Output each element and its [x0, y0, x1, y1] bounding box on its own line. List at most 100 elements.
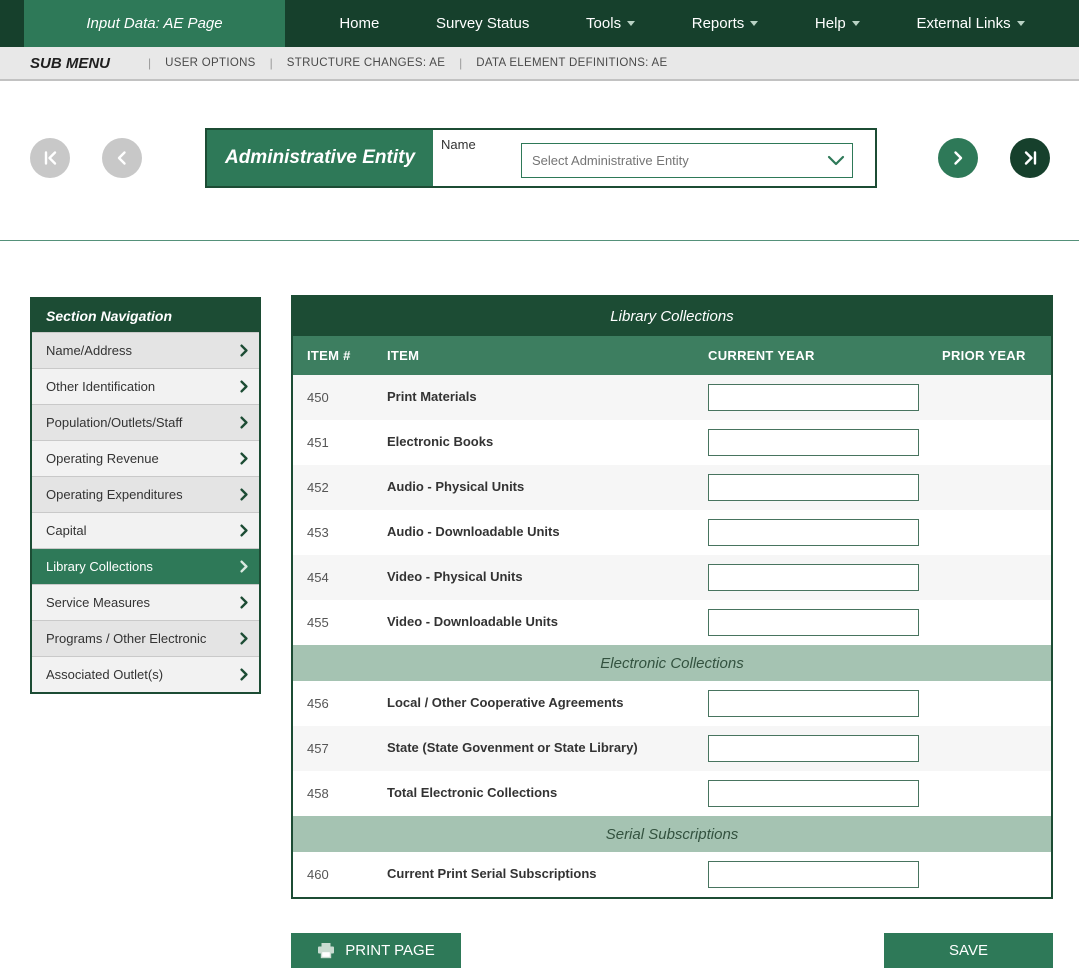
print-page-button[interactable]: PRINT PAGE — [291, 933, 461, 968]
dropdown-caret-icon — [852, 21, 860, 26]
save-button[interactable]: SAVE — [884, 933, 1053, 968]
entity-select-wrap: Select Administrative Entity — [521, 143, 853, 178]
table-row: 460 Current Print Serial Subscriptions — [293, 852, 1051, 897]
item-number: 457 — [293, 741, 373, 756]
current-year-input-458[interactable] — [708, 780, 919, 807]
item-label: Audio - Physical Units — [373, 479, 708, 495]
submenu-item-user-options[interactable]: USER OPTIONS — [165, 57, 256, 69]
sidebar-item-other-identification[interactable]: Other Identification — [32, 368, 259, 404]
previous-record-button[interactable] — [102, 138, 142, 178]
column-header-current-year: CURRENT YEAR — [708, 348, 942, 363]
table-section-header: Electronic Collections — [293, 645, 1051, 681]
sidebar-item-population-outlets-staff[interactable]: Population/Outlets/Staff — [32, 404, 259, 440]
sidebar-item-library-collections[interactable]: Library Collections — [32, 548, 259, 584]
nav-item-survey-status[interactable]: Survey Status — [436, 15, 529, 32]
item-label: Current Print Serial Subscriptions — [373, 866, 708, 882]
current-year-input-450[interactable] — [708, 384, 919, 411]
table-row: 455 Video - Downloadable Units — [293, 600, 1051, 645]
nav-item-label: Survey Status — [436, 15, 529, 32]
item-label: Video - Downloadable Units — [373, 614, 708, 630]
chevron-right-icon — [240, 560, 248, 573]
dropdown-caret-icon — [627, 21, 635, 26]
item-label: Print Materials — [373, 389, 708, 405]
current-year-input-451[interactable] — [708, 429, 919, 456]
sidebar-item-capital[interactable]: Capital — [32, 512, 259, 548]
current-year-input-453[interactable] — [708, 519, 919, 546]
chevron-right-icon — [240, 668, 248, 681]
separator: | — [148, 56, 151, 70]
item-number: 452 — [293, 480, 373, 495]
table-row: 456 Local / Other Cooperative Agreements — [293, 681, 1051, 726]
sidebar-item-operating-expenditures[interactable]: Operating Expenditures — [32, 476, 259, 512]
submenu-item-structure-changes[interactable]: STRUCTURE CHANGES: AE — [287, 57, 445, 69]
last-record-button[interactable] — [1010, 138, 1050, 178]
column-header-item: ITEM — [373, 348, 708, 363]
chevron-right-icon — [240, 452, 248, 465]
sidebar-title: Section Navigation — [32, 299, 259, 332]
chevron-right-icon — [240, 524, 248, 537]
skip-to-last-icon — [1022, 150, 1039, 166]
nav-item-label: Help — [815, 15, 846, 32]
nav-item-tools[interactable]: Tools — [586, 15, 635, 32]
item-number: 460 — [293, 867, 373, 882]
sidebar-item-label: Service Measures — [46, 595, 150, 610]
current-year-input-460[interactable] — [708, 861, 919, 888]
current-year-input-455[interactable] — [708, 609, 919, 636]
separator: | — [459, 56, 462, 70]
nav-item-external-links[interactable]: External Links — [916, 15, 1024, 32]
item-label: Local / Other Cooperative Agreements — [373, 695, 708, 711]
administrative-entity-box: Administrative Entity Name Select Admini… — [205, 128, 877, 188]
sidebar-item-label: Operating Revenue — [46, 451, 159, 466]
next-record-button[interactable] — [938, 138, 978, 178]
entity-selector-section: Administrative Entity Name Select Admini… — [0, 83, 1079, 241]
main-nav: Home Survey Status Tools Reports Help Ex… — [285, 0, 1079, 47]
current-year-input-454[interactable] — [708, 564, 919, 591]
current-year-input-456[interactable] — [708, 690, 919, 717]
sidebar-item-service-measures[interactable]: Service Measures — [32, 584, 259, 620]
table-row: 454 Video - Physical Units — [293, 555, 1051, 600]
administrative-entity-select[interactable]: Select Administrative Entity — [521, 143, 853, 178]
sub-menu-bar: SUB MENU | USER OPTIONS | STRUCTURE CHAN… — [0, 47, 1079, 81]
table-title: Library Collections — [293, 297, 1051, 336]
submenu-item-data-element-definitions[interactable]: DATA ELEMENT DEFINITIONS: AE — [476, 57, 667, 69]
save-label: SAVE — [949, 942, 988, 959]
sidebar-item-associated-outlets[interactable]: Associated Outlet(s) — [32, 656, 259, 692]
sidebar-item-name-address[interactable]: Name/Address — [32, 332, 259, 368]
nav-item-reports[interactable]: Reports — [692, 15, 759, 32]
sidebar-item-label: Other Identification — [46, 379, 155, 394]
column-header-item-num: ITEM # — [293, 348, 373, 363]
nav-item-home[interactable]: Home — [339, 15, 379, 32]
chevron-right-icon — [240, 488, 248, 501]
dropdown-caret-icon — [750, 21, 758, 26]
sidebar-item-label: Operating Expenditures — [46, 487, 183, 502]
sidebar-item-label: Capital — [46, 523, 86, 538]
separator: | — [270, 56, 273, 70]
section-header-label: Electronic Collections — [600, 655, 743, 672]
sidebar-item-programs-other-electronic[interactable]: Programs / Other Electronic — [32, 620, 259, 656]
table-row: 450 Print Materials — [293, 375, 1051, 420]
table-row: 453 Audio - Downloadable Units — [293, 510, 1051, 555]
sidebar-item-label: Programs / Other Electronic — [46, 631, 206, 646]
nav-item-label: Reports — [692, 15, 745, 32]
nav-item-label: External Links — [916, 15, 1010, 32]
current-year-input-452[interactable] — [708, 474, 919, 501]
skip-to-first-icon — [42, 150, 59, 166]
name-label: Name — [441, 137, 476, 152]
chevron-right-icon — [240, 344, 248, 357]
tab-input-data-ae-page[interactable]: Input Data: AE Page — [24, 0, 285, 47]
chevron-left-icon — [115, 150, 129, 166]
table-column-header: ITEM # ITEM CURRENT YEAR PRIOR YEAR — [293, 336, 1051, 375]
administrative-entity-label: Administrative Entity — [207, 130, 433, 186]
nav-item-help[interactable]: Help — [815, 15, 860, 32]
sidebar-item-label: Population/Outlets/Staff — [46, 415, 182, 430]
sidebar-item-operating-revenue[interactable]: Operating Revenue — [32, 440, 259, 476]
first-record-button[interactable] — [30, 138, 70, 178]
printer-icon — [317, 942, 335, 959]
item-number: 458 — [293, 786, 373, 801]
section-header-label: Serial Subscriptions — [606, 826, 739, 843]
section-navigation-sidebar: Section Navigation Name/Address Other Id… — [30, 297, 261, 694]
current-year-input-457[interactable] — [708, 735, 919, 762]
page: Input Data: AE Page Home Survey Status T… — [0, 0, 1079, 973]
top-navbar: Input Data: AE Page Home Survey Status T… — [0, 0, 1079, 47]
chevron-right-icon — [240, 416, 248, 429]
